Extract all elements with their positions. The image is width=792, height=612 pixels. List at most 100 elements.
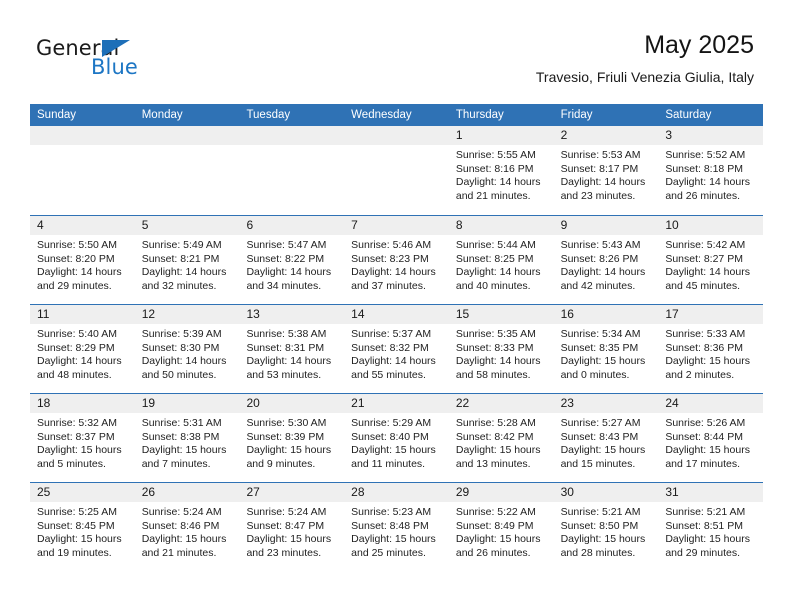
calendar-day-cell[interactable]: 23 Sunrise: 5:27 AM Sunset: 8:43 PM Dayligh… — [553, 394, 659, 482]
calendar-day-cell[interactable]: 29 Sunrise: 5:22 AM Sunset: 8:49 PM Dayligh… — [448, 483, 554, 571]
day-number: 7 — [351, 218, 358, 232]
day-number-band: 6 — [239, 216, 345, 235]
day-detail-line: Sunset: 8:45 PM — [37, 519, 115, 532]
day-detail-line: Sunrise: 5:52 AM — [665, 149, 746, 161]
calendar-day-cell[interactable]: 5 Sunrise: 5:49 AM Sunset: 8:21 PM Daylight… — [134, 216, 240, 304]
day-detail-line: Sunset: 8:47 PM — [246, 519, 325, 532]
calendar-week-row: 18 Sunrise: 5:32 AM Sunset: 8:37 PM Dayligh… — [30, 393, 764, 482]
calendar-day-cell[interactable]: 6 Sunrise: 5:47 AM Sunset: 8:22 PM Daylight… — [239, 216, 345, 304]
day-detail-line: Daylight: 14 hours — [455, 266, 541, 279]
calendar-day-cell[interactable]: 10 Sunrise: 5:42 AM Sunset: 8:27 PM Dayligh… — [658, 216, 764, 304]
day-number: 1 — [455, 128, 463, 142]
day-detail-line: Sunset: 8:37 PM — [37, 430, 115, 443]
day-detail-line: Sunset: 8:33 PM — [455, 341, 534, 354]
day-number-band: 26 — [134, 483, 240, 502]
day-number-band: 20 — [239, 394, 345, 413]
day-details: Sunrise: 5:37 AM Sunset: 8:32 PM Daylight:… — [344, 324, 449, 382]
day-number: 31 — [665, 485, 679, 499]
day-number: 29 — [455, 485, 470, 499]
weekday-header-tuesday: Tuesday — [246, 109, 291, 121]
day-detail-line: and 58 minutes. — [455, 368, 531, 381]
weekday-header-thursday: Thursday — [455, 109, 504, 121]
calendar-day-cell[interactable]: 22 Sunrise: 5:28 AM Sunset: 8:42 PM Dayligh… — [448, 394, 554, 482]
calendar-day-cell[interactable]: 12 Sunrise: 5:39 AM Sunset: 8:30 PM Dayligh… — [134, 305, 240, 393]
page-header: General Blue May 2025 Travesio, Friuli V… — [0, 0, 792, 100]
day-number: 12 — [141, 307, 156, 321]
day-number: 2 — [560, 128, 568, 142]
calendar-day-cell[interactable]: 1 Sunrise: 5:55 AM Sunset: 8:16 PM Daylight… — [448, 126, 554, 215]
day-number-band: 25 — [30, 483, 135, 502]
calendar-day-cell[interactable]: 14 Sunrise: 5:37 AM Sunset: 8:32 PM Dayligh… — [344, 305, 449, 393]
calendar-day-cell[interactable]: 20 Sunrise: 5:30 AM Sunset: 8:39 PM Dayligh… — [239, 394, 345, 482]
day-number: 14 — [351, 307, 365, 321]
calendar-day-cell[interactable]: 24 Sunrise: 5:26 AM Sunset: 8:44 PM Dayligh… — [658, 394, 764, 482]
calendar-day-cell[interactable]: 2 Sunrise: 5:53 AM Sunset: 8:17 PM Daylight… — [553, 126, 659, 215]
calendar-week-row: 25 Sunrise: 5:25 AM Sunset: 8:45 PM Dayligh… — [30, 482, 764, 571]
day-number-band: 14 — [344, 305, 449, 324]
weekday-header-saturday: Saturday — [665, 109, 712, 121]
day-number: 26 — [141, 485, 156, 499]
calendar-page: General Blue May 2025 Travesio, Friuli V… — [0, 0, 792, 612]
day-number: 4 — [37, 218, 44, 232]
calendar-day-cell[interactable]: 7 Sunrise: 5:46 AM Sunset: 8:23 PM Daylight… — [344, 216, 449, 304]
day-details: Sunrise: 5:43 AM Sunset: 8:26 PM Daylight:… — [554, 235, 659, 293]
calendar-day-cell[interactable]: 30 Sunrise: 5:21 AM Sunset: 8:50 PM Dayligh… — [553, 483, 659, 571]
day-number-band: 30 — [553, 483, 659, 502]
day-details: Sunrise: 5:50 AM Sunset: 8:20 PM Daylight:… — [30, 235, 135, 293]
day-number: 9 — [560, 218, 568, 232]
day-detail-line: Sunrise: 5:37 AM — [351, 328, 432, 340]
calendar-weeks: 1 Sunrise: 5:55 AM Sunset: 8:16 PM Daylight… — [30, 126, 764, 571]
calendar-day-cell[interactable]: 16 Sunrise: 5:34 AM Sunset: 8:35 PM Dayligh… — [553, 305, 659, 393]
day-detail-line: and 53 minutes. — [246, 368, 322, 381]
day-detail-line: Sunrise: 5:47 AM — [246, 239, 327, 251]
day-details: Sunrise: 5:31 AM Sunset: 8:38 PM Daylight:… — [135, 413, 240, 471]
calendar-day-cell[interactable]: 13 Sunrise: 5:38 AM Sunset: 8:31 PM Dayligh… — [239, 305, 345, 393]
day-number: 21 — [351, 396, 365, 410]
day-number-band: 19 — [134, 394, 240, 413]
day-details: Sunrise: 5:52 AM Sunset: 8:18 PM Daylight:… — [658, 145, 763, 203]
calendar-day-cell[interactable]: 26 Sunrise: 5:24 AM Sunset: 8:46 PM Dayligh… — [134, 483, 240, 571]
day-detail-line: Sunrise: 5:46 AM — [351, 239, 432, 251]
calendar-day-cell[interactable]: 9 Sunrise: 5:43 AM Sunset: 8:26 PM Daylight… — [553, 216, 659, 304]
day-detail-line: and 21 minutes. — [455, 189, 531, 202]
calendar-day-cell[interactable]: 27 Sunrise: 5:24 AM Sunset: 8:47 PM Dayligh… — [239, 483, 345, 571]
day-details: Sunrise: 5:30 AM Sunset: 8:39 PM Daylight:… — [239, 413, 344, 471]
brand-logo[interactable]: General Blue — [36, 36, 266, 88]
calendar-day-cell[interactable]: 21 Sunrise: 5:29 AM Sunset: 8:40 PM Dayligh… — [344, 394, 449, 482]
day-number-band: 16 — [553, 305, 659, 324]
day-detail-line: and 7 minutes. — [141, 457, 211, 470]
calendar-day-cell[interactable]: 19 Sunrise: 5:31 AM Sunset: 8:38 PM Dayligh… — [134, 394, 240, 482]
day-detail-line: Sunset: 8:40 PM — [351, 430, 429, 443]
day-detail-line: and 26 minutes. — [455, 546, 531, 559]
day-detail-line: and 23 minutes. — [246, 546, 322, 559]
calendar-day-cell[interactable]: 11 Sunrise: 5:40 AM Sunset: 8:29 PM Dayligh… — [30, 305, 135, 393]
day-number-band: 31 — [658, 483, 764, 502]
calendar-day-cell[interactable]: 15 Sunrise: 5:35 AM Sunset: 8:33 PM Dayligh… — [448, 305, 554, 393]
day-detail-line: Sunset: 8:32 PM — [351, 341, 429, 354]
calendar-day-cell[interactable]: 3 Sunrise: 5:52 AM Sunset: 8:18 PM Daylight… — [658, 126, 764, 215]
day-detail-line: Sunrise: 5:24 AM — [141, 506, 222, 518]
day-details: Sunrise: 5:33 AM Sunset: 8:36 PM Daylight:… — [658, 324, 763, 382]
day-detail-line: Sunrise: 5:39 AM — [141, 328, 222, 340]
day-detail-line: Daylight: 14 hours — [351, 266, 436, 279]
day-detail-line: and 11 minutes. — [351, 457, 426, 470]
calendar-day-cell[interactable]: 18 Sunrise: 5:32 AM Sunset: 8:37 PM Dayligh… — [30, 394, 135, 482]
day-detail-line: Daylight: 15 hours — [560, 355, 646, 368]
calendar-day-cell[interactable]: 31 Sunrise: 5:21 AM Sunset: 8:51 PM Dayligh… — [658, 483, 764, 571]
day-number-band: 15 — [448, 305, 554, 324]
day-details: Sunrise: 5:34 AM Sunset: 8:35 PM Daylight:… — [554, 324, 659, 382]
day-details: Sunrise: 5:28 AM Sunset: 8:42 PM Daylight:… — [449, 413, 554, 471]
calendar-grid: Sunday Monday Tuesday Wednesday Thursday Frid… — [30, 104, 764, 571]
calendar-day-cell[interactable]: 25 Sunrise: 5:25 AM Sunset: 8:45 PM Dayligh… — [30, 483, 135, 571]
calendar-day-cell[interactable]: 8 Sunrise: 5:44 AM Sunset: 8:25 PM Daylight… — [448, 216, 554, 304]
calendar-day-cell[interactable]: 4 Sunrise: 5:50 AM Sunset: 8:20 PM Daylight… — [30, 216, 135, 304]
day-details: Sunrise: 5:29 AM Sunset: 8:40 PM Daylight:… — [344, 413, 449, 471]
day-detail-line: Sunset: 8:36 PM — [665, 341, 743, 354]
day-detail-line: Sunset: 8:16 PM — [455, 162, 534, 175]
day-detail-line: and 55 minutes. — [351, 368, 426, 381]
day-detail-line: Daylight: 14 hours — [246, 266, 332, 279]
calendar-day-cell[interactable]: 28 Sunrise: 5:23 AM Sunset: 8:48 PM Dayligh… — [344, 483, 449, 571]
calendar-day-cell[interactable]: 17 Sunrise: 5:33 AM Sunset: 8:36 PM Dayligh… — [658, 305, 764, 393]
day-detail-line: and 15 minutes. — [560, 457, 636, 470]
day-number: 11 — [37, 307, 50, 321]
